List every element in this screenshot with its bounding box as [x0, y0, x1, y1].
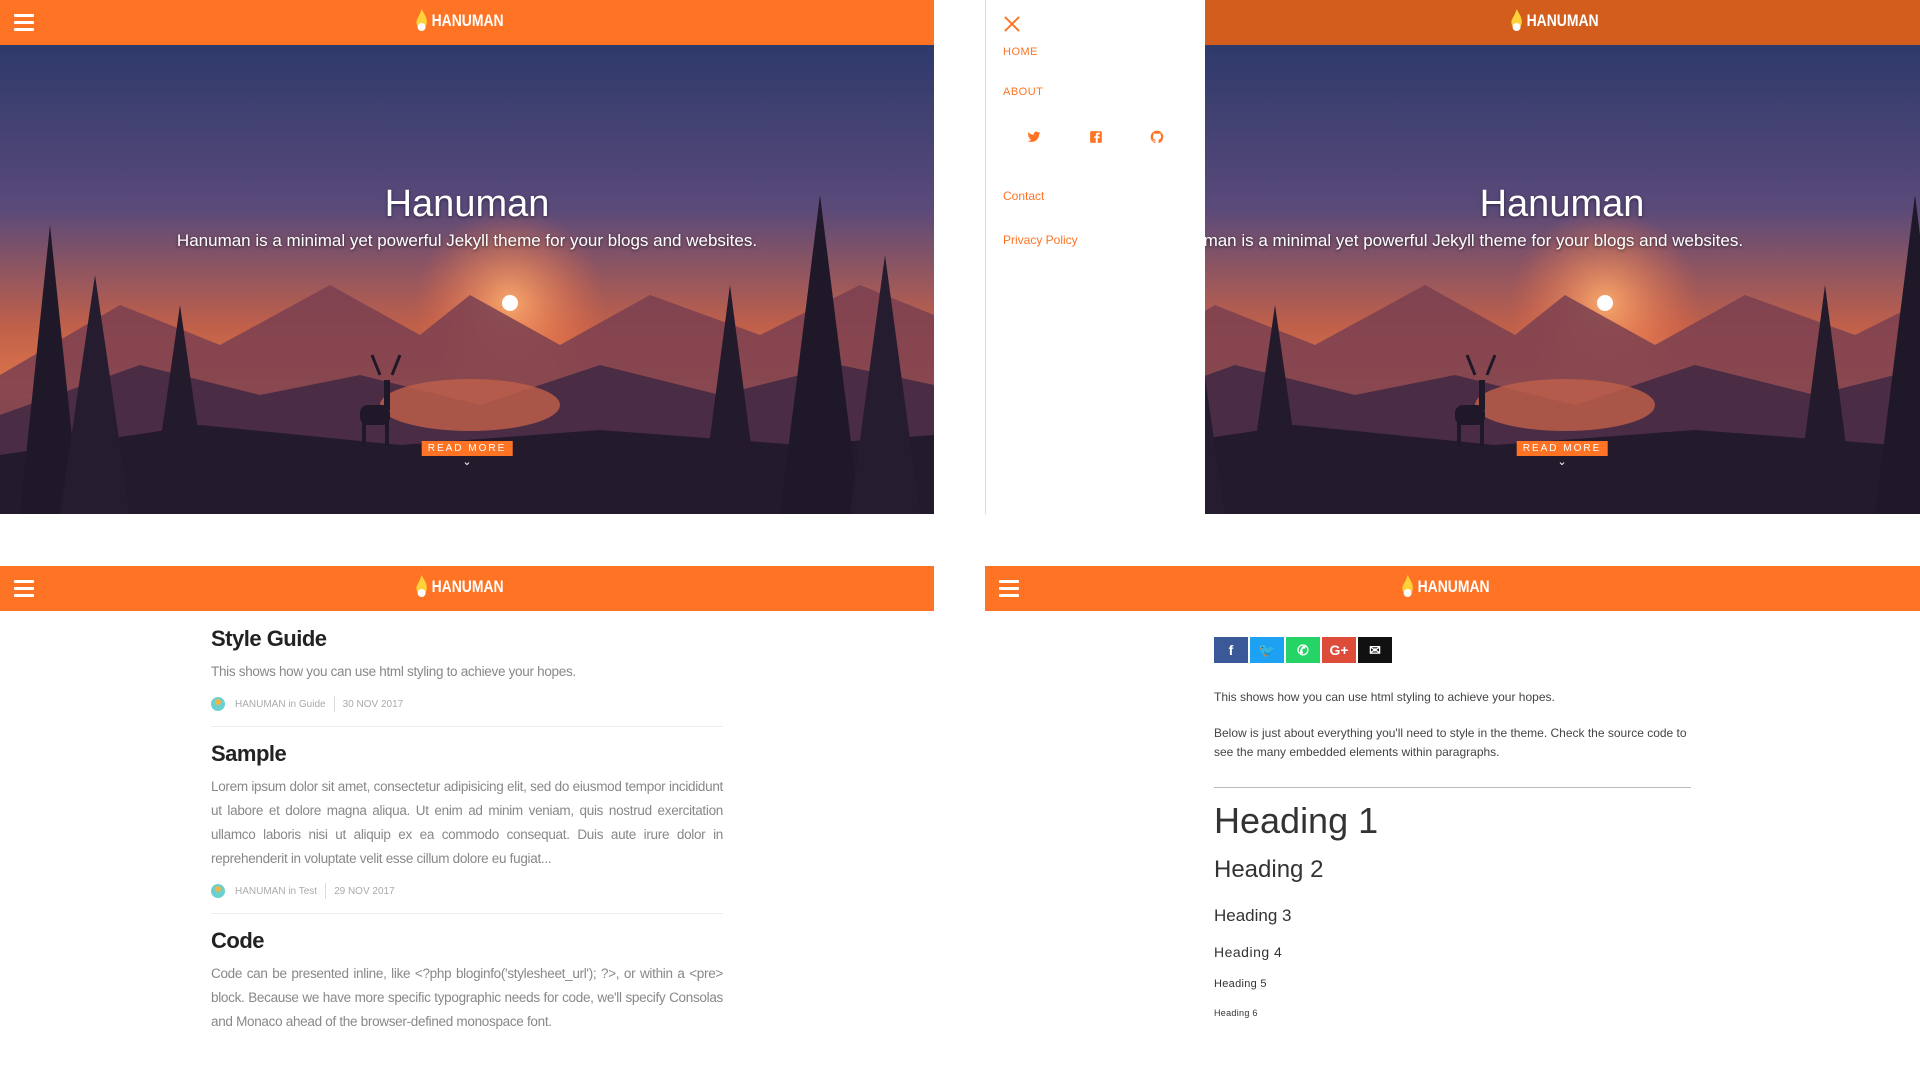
- hero-banner: Hanuman Hanuman is a minimal yet powerfu…: [0, 45, 934, 514]
- facebook-icon[interactable]: [1089, 130, 1103, 144]
- twitter-icon[interactable]: [1027, 130, 1041, 144]
- post-author-category[interactable]: HANUMAN in Test: [235, 886, 317, 897]
- post-meta: HANUMAN in Test 29 NOV 2017: [211, 883, 723, 899]
- post-title[interactable]: Code: [211, 928, 723, 954]
- brand-logo[interactable]: HANUMAN: [1400, 575, 1505, 599]
- side-drawer-menu: HOME ABOUT Contact Privacy Policy: [985, 0, 1205, 514]
- close-icon[interactable]: [1002, 14, 1022, 34]
- heading-4: Heading 4: [1214, 944, 1283, 960]
- article-body: f 🐦 ✆ G+ ✉ This shows how you can use html s…: [1214, 637, 1691, 1018]
- article-intro: This shows how you can use html styling …: [1214, 690, 1555, 704]
- chevron-down-icon[interactable]: ⌄: [462, 455, 471, 468]
- brand-name: HANUMAN: [431, 577, 504, 596]
- link-privacy-policy[interactable]: Privacy Policy: [1003, 233, 1078, 247]
- heading-5: Heading 5: [1214, 978, 1267, 990]
- article-view: HANUMAN f 🐦 ✆ G+ ✉ This shows how you can us…: [985, 566, 1920, 1080]
- meta-divider: [333, 696, 335, 712]
- author-avatar-icon: [211, 697, 225, 711]
- menu-icon[interactable]: [14, 580, 34, 597]
- post-list: Style Guide This shows how you can use h…: [211, 626, 723, 1074]
- link-contact[interactable]: Contact: [1003, 189, 1044, 203]
- menu-icon[interactable]: [14, 14, 34, 31]
- post-author-category[interactable]: HANUMAN in Guide: [235, 699, 326, 710]
- flame-logo-icon: [1510, 9, 1522, 31]
- divider: [1214, 787, 1691, 788]
- post-meta: HANUMAN in Guide 30 NOV 2017: [211, 696, 723, 712]
- facebook-share-icon[interactable]: f: [1214, 637, 1248, 663]
- nav-link-about[interactable]: ABOUT: [1003, 86, 1043, 98]
- flame-logo-icon: [1401, 575, 1413, 597]
- menu-icon[interactable]: [999, 580, 1019, 597]
- post-title[interactable]: Style Guide: [211, 626, 723, 652]
- post-date: 30 NOV 2017: [342, 698, 404, 710]
- post-date: 29 NOV 2017: [334, 885, 395, 897]
- brand-logo[interactable]: HANUMAN: [1509, 9, 1614, 33]
- brand-logo[interactable]: HANUMAN: [415, 9, 520, 33]
- read-more-button[interactable]: READ MORE: [421, 441, 513, 456]
- email-share-icon[interactable]: ✉: [1358, 637, 1392, 663]
- brand-name: HANUMAN: [1526, 11, 1599, 30]
- flame-logo-icon: [416, 575, 427, 597]
- nav-link-home[interactable]: HOME: [1003, 46, 1038, 58]
- post-card: Style Guide This shows how you can use h…: [211, 626, 723, 727]
- author-avatar-icon: [211, 884, 225, 898]
- twitter-share-icon[interactable]: 🐦: [1250, 637, 1284, 663]
- homepage-hero-view: HANUMAN Hanuman Hanuman is a minimal yet…: [0, 0, 934, 514]
- post-title[interactable]: Sample: [211, 741, 723, 767]
- hero-banner: Hanuman Hanuman is a minimal yet powerfu…: [1204, 45, 1920, 514]
- post-card: Code Code can be presented inline, like …: [211, 928, 723, 1060]
- hero-title: Hanuman: [384, 183, 550, 225]
- whatsapp-share-icon[interactable]: ✆: [1286, 637, 1320, 663]
- top-navbar: HANUMAN: [0, 566, 934, 611]
- brand-name: HANUMAN: [431, 11, 504, 30]
- read-more-button[interactable]: READ MORE: [1516, 441, 1608, 456]
- post-excerpt: Code can be presented inline, like <?php…: [211, 966, 723, 1029]
- brand-name: HANUMAN: [1417, 577, 1490, 596]
- post-list-view: HANUMAN Style Guide This shows how you c…: [0, 566, 934, 1080]
- post-excerpt: Lorem ipsum dolor sit amet, consectetur …: [211, 779, 723, 866]
- heading-2: Heading 2: [1214, 856, 1324, 883]
- top-navbar: HANUMAN: [985, 566, 1920, 611]
- heading-3: Heading 3: [1214, 906, 1292, 925]
- article-paragraph: Below is just about everything you'll ne…: [1214, 726, 1687, 759]
- github-icon[interactable]: [1150, 130, 1164, 144]
- meta-divider: [325, 883, 327, 899]
- brand-logo[interactable]: HANUMAN: [415, 575, 520, 599]
- top-navbar: HANUMAN: [0, 0, 934, 45]
- flame-logo-icon: [416, 9, 427, 31]
- chevron-down-icon[interactable]: ⌄: [1557, 455, 1566, 468]
- menu-open-view: HANUMAN Hanuman Hanuman is a minimal yet…: [985, 0, 1920, 514]
- share-buttons: f 🐦 ✆ G+ ✉: [1214, 637, 1691, 663]
- post-card: Sample Lorem ipsum dolor sit amet, conse…: [211, 741, 723, 914]
- google-plus-share-icon[interactable]: G+: [1322, 637, 1356, 663]
- heading-1: Heading 1: [1214, 800, 1379, 841]
- hero-subtitle: Hanuman is a minimal yet powerful Jekyll…: [176, 231, 758, 250]
- post-excerpt: This shows how you can use html styling …: [211, 664, 576, 679]
- heading-6: Heading 6: [1214, 1008, 1258, 1018]
- hero-subtitle: Hanuman is a minimal yet powerful Jekyll…: [1204, 231, 1744, 250]
- hero-title: Hanuman: [1479, 183, 1645, 225]
